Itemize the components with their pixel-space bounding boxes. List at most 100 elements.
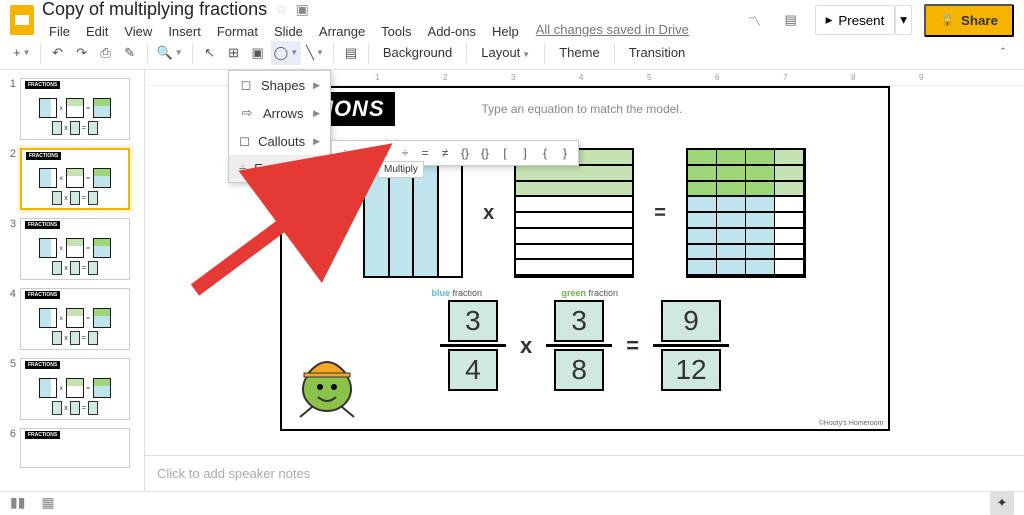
equation-bracket-l[interactable]: [ bbox=[498, 145, 512, 161]
line-tool[interactable]: ╲▼ bbox=[303, 41, 327, 65]
menu-arrange[interactable]: Arrange bbox=[312, 22, 372, 41]
comment-button[interactable]: ▤ bbox=[340, 41, 362, 65]
shape-menu-shapes[interactable]: ◻ Shapes ▶ bbox=[229, 71, 330, 99]
menu-view[interactable]: View bbox=[117, 22, 159, 41]
new-slide-button[interactable]: +▼ bbox=[10, 41, 34, 65]
speaker-notes[interactable]: Click to add speaker notes bbox=[145, 455, 1024, 491]
equation-bracket-r[interactable]: ] bbox=[518, 145, 532, 161]
filmstrip-view-icon[interactable]: ▮▮ bbox=[10, 494, 25, 511]
grid-view-icon[interactable]: ▦ bbox=[41, 494, 54, 511]
menu-edit[interactable]: Edit bbox=[79, 22, 115, 41]
fraction-c[interactable]: 9 12 bbox=[653, 300, 729, 391]
star-icon[interactable]: ☆ bbox=[275, 1, 288, 18]
equation-notequal[interactable]: ≠ bbox=[438, 145, 452, 161]
character-image bbox=[292, 339, 362, 419]
slide-canvas[interactable]: CTIONS Type an equation to match the mod… bbox=[280, 86, 890, 431]
fraction-a[interactable]: 3 4 bbox=[440, 300, 506, 391]
shape-dropdown-menu: ◻ Shapes ▶ ⇨ Arrows ▶ ◻ Callouts ▶ ÷ Equ… bbox=[228, 70, 331, 183]
lock-icon: 🔒 bbox=[940, 13, 955, 27]
notes-placeholder: Click to add speaker notes bbox=[157, 466, 310, 481]
callouts-icon: ◻ bbox=[239, 133, 250, 149]
equation-minus[interactable]: − bbox=[358, 145, 372, 161]
transition-button[interactable]: Transition bbox=[621, 45, 694, 60]
present-dropdown[interactable]: ▾ bbox=[895, 5, 912, 35]
thumb-number: 4 bbox=[4, 288, 16, 350]
equation-curly-r[interactable]: } bbox=[558, 145, 572, 161]
times-operator: x bbox=[483, 202, 494, 225]
shape-menu-equation[interactable]: ÷ Equation ▶ bbox=[229, 155, 330, 182]
thumb-number: 5 bbox=[4, 358, 16, 420]
textbox-tool[interactable]: ⊞ bbox=[223, 41, 245, 65]
comments-icon[interactable]: ▤ bbox=[779, 8, 803, 32]
explore-button[interactable]: ✦ bbox=[990, 491, 1014, 515]
move-folder-icon[interactable]: ▣ bbox=[296, 1, 309, 18]
equation-row: 3 4 x 3 8 = 9 12 bbox=[282, 300, 888, 391]
equation-equals[interactable]: = bbox=[418, 145, 432, 161]
equation-brace1[interactable]: {} bbox=[458, 145, 472, 161]
fraction-b-denominator[interactable]: 8 bbox=[554, 349, 604, 391]
menu-tools[interactable]: Tools bbox=[374, 22, 418, 41]
menu-help[interactable]: Help bbox=[485, 22, 526, 41]
shape-tool[interactable]: ◯▼ bbox=[271, 41, 301, 65]
paint-format-button[interactable]: ✎ bbox=[119, 41, 141, 65]
thumbnail-5[interactable]: FRACTIONS x= x= bbox=[20, 358, 130, 420]
equation-plus[interactable]: ÷ bbox=[338, 145, 352, 161]
shape-menu-label: Callouts bbox=[258, 134, 305, 149]
share-button[interactable]: 🔒 Share bbox=[924, 4, 1014, 37]
select-tool[interactable]: ↖ bbox=[199, 41, 221, 65]
fraction-b-numerator[interactable]: 3 bbox=[554, 300, 604, 342]
shape-menu-label: Equation bbox=[254, 161, 305, 176]
slide-filmstrip[interactable]: 1 FRACTIONS x= x= 2 FRACTIONS x= x= 3 FR… bbox=[0, 70, 145, 491]
document-title[interactable]: Copy of multiplying fractions bbox=[42, 0, 267, 20]
equation-divide[interactable]: ÷ bbox=[398, 145, 412, 161]
equation-curly-l[interactable]: { bbox=[538, 145, 552, 161]
shapes-icon: ◻ bbox=[239, 77, 253, 93]
image-tool[interactable]: ▣ bbox=[247, 41, 269, 65]
zoom-button[interactable]: 🔍▼ bbox=[154, 41, 186, 65]
result-fraction-model[interactable] bbox=[686, 148, 806, 278]
background-button[interactable]: Background bbox=[375, 45, 460, 60]
thumbnail-6[interactable]: FRACTIONS bbox=[20, 428, 130, 468]
main-area: 1 FRACTIONS x= x= 2 FRACTIONS x= x= 3 FR… bbox=[0, 70, 1024, 491]
thumbnail-4[interactable]: FRACTIONS x= x= bbox=[20, 288, 130, 350]
activity-icon[interactable]: 〽 bbox=[743, 8, 767, 32]
equation-brace2[interactable]: {} bbox=[478, 145, 492, 161]
collapse-toolbar-icon[interactable]: ˆ bbox=[992, 41, 1014, 65]
fraction-a-numerator[interactable]: 3 bbox=[448, 300, 498, 342]
present-label: Present bbox=[838, 13, 884, 28]
menu-format[interactable]: Format bbox=[210, 22, 265, 41]
undo-button[interactable]: ↶ bbox=[47, 41, 69, 65]
redo-button[interactable]: ↷ bbox=[71, 41, 93, 65]
times-operator-2: x bbox=[520, 333, 532, 359]
fraction-c-denominator[interactable]: 12 bbox=[661, 349, 721, 391]
menu-slide[interactable]: Slide bbox=[267, 22, 310, 41]
shape-menu-label: Shapes bbox=[261, 78, 305, 93]
green-fraction-model[interactable] bbox=[514, 148, 634, 278]
fraction-b[interactable]: 3 8 bbox=[546, 300, 612, 391]
present-button[interactable]: ▸ Present bbox=[815, 5, 896, 35]
equation-multiply[interactable]: × bbox=[378, 145, 392, 161]
credit-text: ©Hooty's Homeroom bbox=[819, 420, 884, 427]
equation-icon: ÷ bbox=[239, 161, 246, 176]
fraction-models-row: x = bbox=[282, 148, 888, 278]
green-fraction-label: green fraction bbox=[562, 288, 619, 298]
print-button[interactable]: ⎙ bbox=[95, 41, 117, 65]
equals-operator-2: = bbox=[626, 333, 639, 359]
menu-insert[interactable]: Insert bbox=[161, 22, 208, 41]
shape-menu-callouts[interactable]: ◻ Callouts ▶ bbox=[229, 127, 330, 155]
layout-button[interactable]: Layout▼ bbox=[473, 45, 538, 60]
arrows-icon: ⇨ bbox=[239, 105, 255, 121]
theme-button[interactable]: Theme bbox=[551, 45, 607, 60]
equation-submenu: ÷ − × ÷ = ≠ {} {} [ ] { } bbox=[331, 140, 579, 166]
menu-addons[interactable]: Add-ons bbox=[421, 22, 483, 41]
save-status[interactable]: All changes saved in Drive bbox=[536, 22, 689, 41]
thumbnail-3[interactable]: FRACTIONS x= x= bbox=[20, 218, 130, 280]
thumbnail-2[interactable]: FRACTIONS x= x= bbox=[20, 148, 130, 210]
slide-prompt-text[interactable]: Type an equation to match the model. bbox=[482, 102, 683, 116]
shape-menu-arrows[interactable]: ⇨ Arrows ▶ bbox=[229, 99, 330, 127]
menu-file[interactable]: File bbox=[42, 22, 77, 41]
blue-fraction-label: blue fraction bbox=[432, 288, 483, 298]
fraction-c-numerator[interactable]: 9 bbox=[661, 300, 721, 342]
thumbnail-1[interactable]: FRACTIONS x= x= bbox=[20, 78, 130, 140]
fraction-a-denominator[interactable]: 4 bbox=[448, 349, 498, 391]
